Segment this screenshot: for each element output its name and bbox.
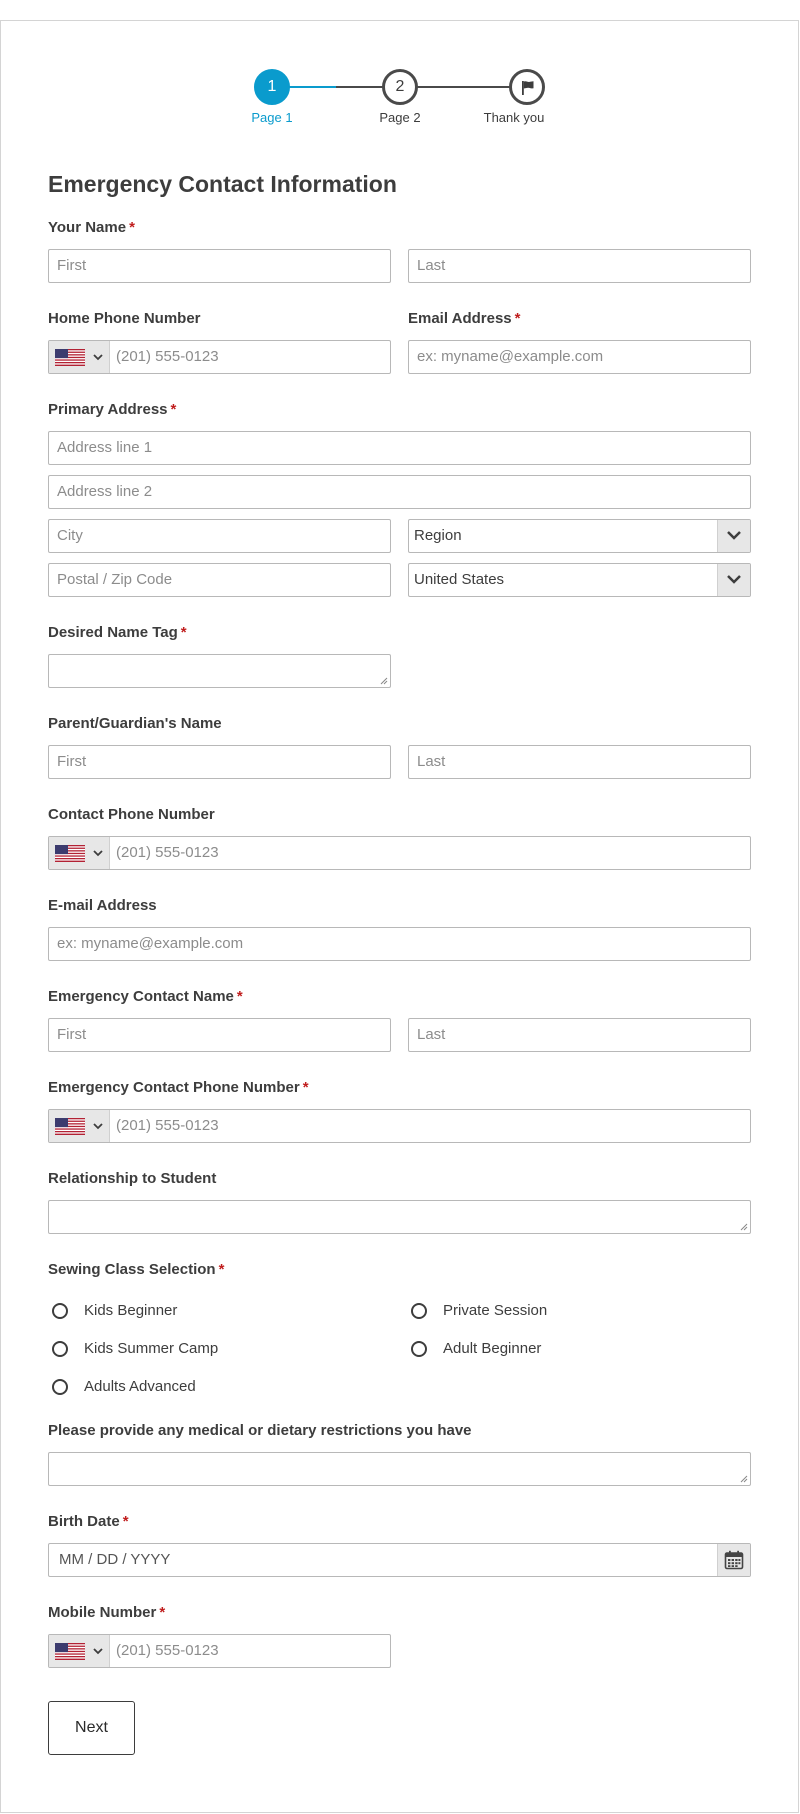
city-input[interactable]: City xyxy=(48,519,391,553)
resize-handle-icon[interactable] xyxy=(740,1223,748,1231)
contact-phone-label: Contact Phone Number xyxy=(48,806,215,823)
postal-code-input[interactable]: Postal / Zip Code xyxy=(48,563,391,597)
step-2-label: Page 2 xyxy=(379,110,421,125)
resize-handle-icon[interactable] xyxy=(380,677,388,685)
emergency-first-input[interactable]: First xyxy=(48,1018,391,1052)
step-2-circle[interactable]: 2 xyxy=(382,69,418,105)
required-marker: * xyxy=(129,219,135,236)
country-select[interactable]: United States xyxy=(408,563,751,597)
step-thank-you-label: Thank you xyxy=(483,110,545,125)
resize-handle-icon[interactable] xyxy=(740,1475,748,1483)
country-value: United States xyxy=(414,571,505,588)
name-tag-label: Desired Name Tag * xyxy=(48,624,187,641)
step-1-label: Page 1 xyxy=(251,110,293,125)
calendar-icon xyxy=(724,1550,744,1570)
primary-address-label: Primary Address * xyxy=(48,401,177,418)
form-title: Emergency Contact Information xyxy=(48,171,397,197)
chevron-down-icon xyxy=(93,1648,103,1655)
us-flag-icon xyxy=(55,349,85,366)
radio-circle[interactable] xyxy=(411,1341,427,1357)
sewing-class-label: Sewing Class Selection * xyxy=(48,1261,225,1278)
mobile-input[interactable]: (201) 555-0123 xyxy=(48,1634,391,1668)
contact-email-label: E-mail Address xyxy=(48,897,157,914)
country-code-selector[interactable] xyxy=(49,1635,110,1667)
radio-circle[interactable] xyxy=(52,1341,68,1357)
relationship-textarea[interactable] xyxy=(48,1200,751,1234)
required-marker: * xyxy=(236,988,243,1005)
emergency-last-input[interactable]: Last xyxy=(408,1018,751,1052)
required-marker: * xyxy=(122,1513,129,1530)
guardian-last-input[interactable]: Last xyxy=(408,745,751,779)
medical-label: Please provide any medical or dietary re… xyxy=(48,1422,472,1439)
contact-phone-input[interactable]: (201) 555-0123 xyxy=(48,836,751,870)
flag-icon xyxy=(522,81,534,95)
required-marker: * xyxy=(302,1079,309,1096)
birth-date-label: Birth Date * xyxy=(48,1513,129,1530)
next-button[interactable]: Next xyxy=(48,1701,135,1755)
us-flag-icon xyxy=(55,845,85,862)
radio-circle[interactable] xyxy=(411,1303,427,1319)
your-name-last-input[interactable]: Last xyxy=(408,249,751,283)
emergency-phone-placeholder: (201) 555-0123 xyxy=(116,1117,219,1134)
email-input[interactable]: ex: myname@example.com xyxy=(408,340,751,374)
medical-textarea[interactable] xyxy=(48,1452,751,1486)
chevron-down-icon xyxy=(727,531,741,540)
step-1-circle[interactable]: 1 xyxy=(254,69,290,105)
home-phone-label: Home Phone Number xyxy=(48,310,201,327)
progress-stepper: 1 2 Page 1 Page 2 Thank you xyxy=(0,50,800,130)
country-select-arrow[interactable] xyxy=(717,564,750,596)
chevron-down-icon xyxy=(93,354,103,361)
address-line2-input[interactable]: Address line 2 xyxy=(48,475,751,509)
contact-email-input[interactable]: ex: myname@example.com xyxy=(48,927,751,961)
email-label: Email Address * xyxy=(408,310,521,327)
home-phone-placeholder: (201) 555-0123 xyxy=(116,348,219,365)
required-marker: * xyxy=(159,1604,166,1621)
address-line1-input[interactable]: Address line 1 xyxy=(48,431,751,465)
emergency-name-label: Emergency Contact Name * xyxy=(48,988,243,1005)
emergency-phone-input[interactable]: (201) 555-0123 xyxy=(48,1109,751,1143)
chevron-down-icon xyxy=(93,850,103,857)
progress-line-pending xyxy=(336,86,512,88)
emergency-phone-label: Emergency Contact Phone Number * xyxy=(48,1079,309,1096)
home-phone-input[interactable]: (201) 555-0123 xyxy=(48,340,391,374)
us-flag-icon xyxy=(55,1118,85,1135)
guardian-first-input[interactable]: First xyxy=(48,745,391,779)
required-marker: * xyxy=(218,1261,225,1278)
region-select-arrow[interactable] xyxy=(717,520,750,552)
your-name-first-input[interactable]: First xyxy=(48,249,391,283)
required-marker: * xyxy=(514,310,521,327)
radio-circle[interactable] xyxy=(52,1303,68,1319)
name-tag-textarea[interactable] xyxy=(48,654,391,688)
country-code-selector[interactable] xyxy=(49,837,110,869)
mobile-label: Mobile Number * xyxy=(48,1604,166,1621)
birth-date-input[interactable]: MM / DD / YYYY xyxy=(48,1543,751,1577)
birth-date-placeholder: MM / DD / YYYY xyxy=(59,1551,171,1568)
region-value: Region xyxy=(414,527,462,544)
country-code-selector[interactable] xyxy=(49,1110,110,1142)
contact-phone-placeholder: (201) 555-0123 xyxy=(116,844,219,861)
chevron-down-icon xyxy=(93,1123,103,1130)
step-thank-you-circle[interactable] xyxy=(509,69,545,105)
guardian-name-label: Parent/Guardian's Name xyxy=(48,715,222,732)
region-select[interactable]: Region xyxy=(408,519,751,553)
chevron-down-icon xyxy=(727,575,741,584)
radio-circle[interactable] xyxy=(52,1379,68,1395)
calendar-button[interactable] xyxy=(717,1544,750,1576)
country-code-selector[interactable] xyxy=(49,341,110,373)
us-flag-icon xyxy=(55,1643,85,1660)
required-marker: * xyxy=(180,624,187,641)
relationship-label: Relationship to Student xyxy=(48,1170,217,1187)
required-marker: * xyxy=(170,401,177,418)
mobile-placeholder: (201) 555-0123 xyxy=(116,1642,219,1659)
your-name-label: Your Name * xyxy=(48,219,135,236)
